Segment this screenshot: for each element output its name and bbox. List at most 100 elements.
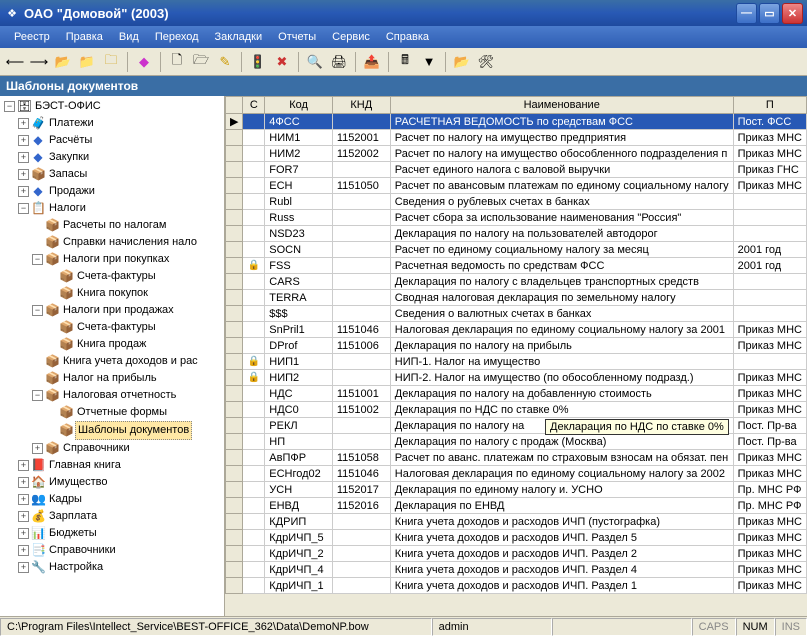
- table-row[interactable]: RussРасчет сбора за использование наимен…: [226, 210, 807, 226]
- expand-icon[interactable]: +: [18, 186, 29, 197]
- tree-salary[interactable]: +💰Зарплата: [18, 508, 222, 525]
- tree-profit-tax[interactable]: 📦Налог на прибыль: [32, 370, 222, 387]
- col-p[interactable]: П: [733, 97, 806, 114]
- menu-help[interactable]: Справка: [378, 29, 437, 45]
- menu-edit[interactable]: Правка: [58, 29, 111, 45]
- forward-button[interactable]: ⟶: [28, 51, 50, 73]
- col-status[interactable]: С: [243, 97, 265, 114]
- tree-tax-buy[interactable]: −📦Налоги при покупках: [32, 251, 222, 268]
- table-row[interactable]: НИМ21152002Расчет по налогу на имущество…: [226, 146, 807, 162]
- table-row[interactable]: SnPril11151046Налоговая декларация по ед…: [226, 322, 807, 338]
- table-row[interactable]: ЕНВД1152016Декларация по ЕНВДПр. МНС РФ: [226, 498, 807, 514]
- table-row[interactable]: НПДекларация по налогу с продаж (Москва)…: [226, 434, 807, 450]
- expand-icon[interactable]: +: [18, 169, 29, 180]
- table-row[interactable]: RublСведения о рублевых счетах в банках: [226, 194, 807, 210]
- table-row[interactable]: НДС1151001Декларация по налогу на добавл…: [226, 386, 807, 402]
- collapse-icon[interactable]: −: [32, 305, 43, 316]
- table-row[interactable]: КдрИЧП_1Книга учета доходов и расходов И…: [226, 578, 807, 594]
- collapse-icon[interactable]: −: [4, 101, 15, 112]
- table-row[interactable]: УСН1152017Декларация по единому налогу и…: [226, 482, 807, 498]
- table-row[interactable]: ▶4ФССРАСЧЕТНАЯ ВЕДОМОСТЬ по средствам ФС…: [226, 114, 807, 130]
- preview-icon[interactable]: 🔍: [304, 51, 326, 73]
- tree-report-forms[interactable]: 📦Отчетные формы: [46, 404, 222, 421]
- expand-icon[interactable]: +: [18, 562, 29, 573]
- table-row[interactable]: ЕСН1151050Расчет по авансовым платежам п…: [226, 178, 807, 194]
- menu-reports[interactable]: Отчеты: [270, 29, 324, 45]
- table-row[interactable]: DProf1151006Декларация по налогу на приб…: [226, 338, 807, 354]
- delete-icon[interactable]: ✖: [271, 51, 293, 73]
- table-row[interactable]: TERRAСводная налоговая декларация по зем…: [226, 290, 807, 306]
- expand-icon[interactable]: +: [32, 443, 43, 454]
- tree-hr[interactable]: +👥Кадры: [18, 491, 222, 508]
- tree-calc[interactable]: +◆Расчёты: [18, 132, 222, 149]
- tree-income-book[interactable]: 📦Книга учета доходов и рас: [32, 353, 222, 370]
- col-knd[interactable]: КНД: [332, 97, 390, 114]
- tree-sales-book[interactable]: 📦Книга продаж: [46, 336, 222, 353]
- menu-registry[interactable]: Реестр: [6, 29, 58, 45]
- tree-dicts[interactable]: +📑Справочники: [18, 542, 222, 559]
- table-row[interactable]: NSD23Декларация по налогу на пользовател…: [226, 226, 807, 242]
- tree-tax-refs[interactable]: 📦Справки начисления нало: [32, 234, 222, 251]
- table-row[interactable]: КдрИЧП_2Книга учета доходов и расходов И…: [226, 546, 807, 562]
- back-button[interactable]: ⟵: [4, 51, 26, 73]
- tree-root[interactable]: −🗄БЭСТ-ОФИС: [4, 98, 222, 115]
- expand-icon[interactable]: +: [18, 494, 29, 505]
- open-doc-icon[interactable]: 🗁: [190, 51, 212, 73]
- tree-invoices-sell[interactable]: 📦Счета-фактуры: [46, 319, 222, 336]
- folder2-icon[interactable]: 📂: [451, 51, 473, 73]
- tree-property[interactable]: +🏠Имущество: [18, 474, 222, 491]
- grid-header[interactable]: С Код КНД Наименование П: [226, 97, 807, 114]
- calc-icon[interactable]: 🖩: [394, 51, 416, 73]
- collapse-icon[interactable]: −: [32, 390, 43, 401]
- traffic-icon[interactable]: 🚦: [247, 51, 269, 73]
- folder-up-icon[interactable]: 📁: [76, 51, 98, 73]
- table-row[interactable]: CARSДекларация по налогу с владельцев тр…: [226, 274, 807, 290]
- export-icon[interactable]: 📤: [361, 51, 383, 73]
- expand-icon[interactable]: +: [18, 545, 29, 556]
- table-row[interactable]: FOR7Расчет единого налога с валовой выру…: [226, 162, 807, 178]
- tree-doc-templates[interactable]: 📦Шаблоны документов: [46, 421, 222, 440]
- tree-sales[interactable]: +◆Продажи: [18, 183, 222, 200]
- expand-icon[interactable]: +: [18, 118, 29, 129]
- new-doc-icon[interactable]: 🗋: [166, 51, 188, 73]
- data-grid[interactable]: С Код КНД Наименование П ▶4ФССРАСЧЕТНАЯ …: [225, 96, 807, 616]
- tree-tax-reports[interactable]: −📦Налоговая отчетность: [32, 387, 222, 404]
- nav-tree[interactable]: −🗄БЭСТ-ОФИС +🧳Платежи +◆Расчёты +◆Закупк…: [0, 96, 225, 616]
- tree-budgets[interactable]: +📊Бюджеты: [18, 525, 222, 542]
- tree-stock[interactable]: +📦Запасы: [18, 166, 222, 183]
- expand-icon[interactable]: +: [18, 152, 29, 163]
- table-row[interactable]: 🔒НИП2НИП-2. Налог на имущество (по обосо…: [226, 370, 807, 386]
- tree-settings[interactable]: +🔧Настройка: [18, 559, 222, 576]
- expand-icon[interactable]: +: [18, 511, 29, 522]
- tree-tax-calc[interactable]: 📦Расчеты по налогам: [32, 217, 222, 234]
- table-row[interactable]: АвПФР1151058Расчет по аванс. платежам по…: [226, 450, 807, 466]
- tree-purchase-book[interactable]: 📦Книга покупок: [46, 285, 222, 302]
- tree-purchases[interactable]: +◆Закупки: [18, 149, 222, 166]
- menu-view[interactable]: Вид: [111, 29, 147, 45]
- folder-open-icon[interactable]: 📂: [52, 51, 74, 73]
- menu-service[interactable]: Сервис: [324, 29, 378, 45]
- maximize-button[interactable]: ▭: [759, 3, 780, 24]
- bookmark-icon[interactable]: ◆: [133, 51, 155, 73]
- edit-icon[interactable]: ✎: [214, 51, 236, 73]
- expand-icon[interactable]: +: [18, 460, 29, 471]
- tree-tax-dicts[interactable]: +📦Справочники: [32, 440, 222, 457]
- table-row[interactable]: КДРИПКнига учета доходов и расходов ИЧП …: [226, 514, 807, 530]
- table-row[interactable]: НДС01151002Декларация по НДС по ставке 0…: [226, 402, 807, 418]
- table-row[interactable]: $$$Сведения о валютных счетах в банках: [226, 306, 807, 322]
- table-row[interactable]: КдрИЧП_4Книга учета доходов и расходов И…: [226, 562, 807, 578]
- tree-invoices-buy[interactable]: 📦Счета-фактуры: [46, 268, 222, 285]
- refresh-button[interactable]: 🗀: [100, 51, 122, 73]
- collapse-icon[interactable]: −: [18, 203, 29, 214]
- menu-bookmarks[interactable]: Закладки: [207, 29, 271, 45]
- table-row[interactable]: 🔒FSSРасчетная ведомость по средствам ФСС…: [226, 258, 807, 274]
- expand-icon[interactable]: +: [18, 528, 29, 539]
- col-name[interactable]: Наименование: [390, 97, 733, 114]
- close-button[interactable]: ✕: [782, 3, 803, 24]
- collapse-icon[interactable]: −: [32, 254, 43, 265]
- table-row[interactable]: SOCNРасчет по единому социальному налогу…: [226, 242, 807, 258]
- filter-icon[interactable]: ▼: [418, 51, 440, 73]
- tree-payments[interactable]: +🧳Платежи: [18, 115, 222, 132]
- table-row[interactable]: ЕСНгод021151046Налоговая декларация по е…: [226, 466, 807, 482]
- table-row[interactable]: 🔒НИП1НИП-1. Налог на имущество: [226, 354, 807, 370]
